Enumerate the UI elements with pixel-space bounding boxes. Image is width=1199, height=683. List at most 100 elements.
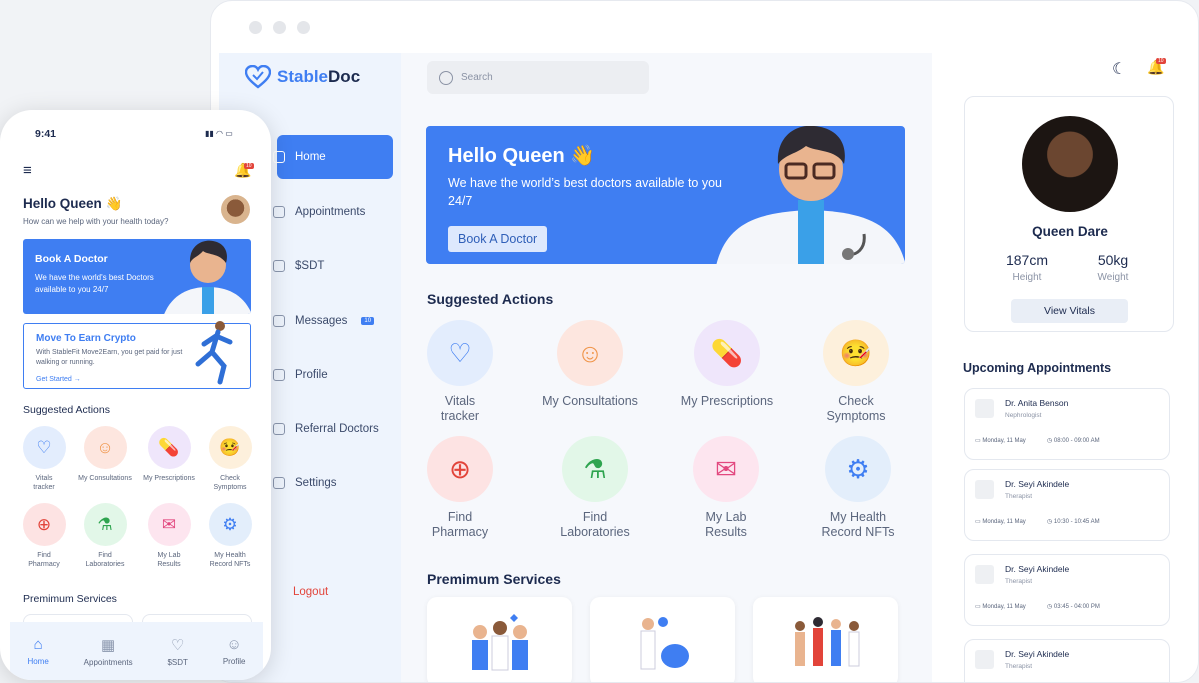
logo-text-part2: Doc bbox=[328, 67, 361, 86]
nav-label: Profile bbox=[295, 369, 328, 381]
greeting: Hello Queen 👋 bbox=[23, 196, 123, 211]
move-title: Move To Earn Crypto bbox=[36, 333, 136, 344]
action-label: My Health Record NFTs bbox=[821, 510, 895, 539]
premium-service-card[interactable] bbox=[753, 597, 898, 682]
nav-label: Settings bbox=[295, 477, 337, 489]
action-my-lab-results[interactable]: ✉ My Lab Results bbox=[666, 436, 786, 540]
nav-item-home[interactable]: Home bbox=[273, 135, 393, 179]
doctor-avatar bbox=[975, 399, 994, 418]
tab-home[interactable]: ⌂ Home bbox=[27, 636, 48, 666]
doctor-icon: ☺ bbox=[557, 320, 623, 386]
home-icon bbox=[273, 151, 285, 163]
appointment-specialty: Therapist bbox=[1005, 578, 1033, 585]
move-to-earn-card[interactable]: Move To Earn Crypto With StableFit Move2… bbox=[23, 321, 251, 389]
doctor-avatar bbox=[975, 565, 994, 584]
action-label: Check Symptoms bbox=[213, 475, 247, 491]
action-label: My Prescriptions bbox=[143, 475, 195, 482]
calendar-icon: ▦ bbox=[101, 636, 116, 654]
bottom-tab-bar: ⌂ Home ▦ Appointments ♡ $SDT ☺ Profile bbox=[10, 622, 263, 680]
pills-icon: 💊 bbox=[694, 320, 760, 386]
action-vitals-tracker[interactable]: ♡ Vitals tracker bbox=[400, 320, 520, 424]
nav-item-profile[interactable]: Profile bbox=[273, 353, 393, 397]
appointment-card[interactable]: Dr. Seyi Akindele Therapist bbox=[964, 639, 1170, 682]
action-my-consultations[interactable]: ☺ My Consultations bbox=[75, 426, 135, 483]
token-icon bbox=[273, 260, 285, 272]
appointment-date-text: Monday, 11 May bbox=[982, 519, 1026, 525]
hero-title: Hello Queen 👋 bbox=[448, 145, 596, 167]
status-icons: ▮▮ ◠ ▭ bbox=[205, 129, 233, 138]
nav-item-appointments[interactable]: Appointments bbox=[273, 190, 393, 234]
premium-service-card[interactable] bbox=[427, 597, 572, 682]
action-my-prescriptions[interactable]: 💊 My Prescriptions bbox=[667, 320, 787, 409]
greeting-subtitle: How can we help with your health today? bbox=[23, 217, 169, 226]
action-label: Find Laboratories bbox=[85, 552, 125, 568]
tab-sdt[interactable]: ♡ $SDT bbox=[167, 636, 187, 667]
avatar bbox=[1022, 116, 1118, 212]
appointment-doctor: Dr. Anita Benson bbox=[1005, 398, 1069, 408]
action-my-prescriptions[interactable]: 💊 My Prescriptions bbox=[139, 426, 199, 483]
action-find-laboratories[interactable]: ⚗ Find Laboratories bbox=[535, 436, 655, 540]
search-icon bbox=[439, 70, 453, 85]
get-started-link[interactable]: Get Started → bbox=[36, 376, 81, 383]
action-check-symptoms[interactable]: 🤒 Check Symptoms bbox=[200, 426, 260, 492]
action-my-health-record-nfts[interactable]: ⚙ My Health Record NFTs bbox=[200, 503, 260, 569]
appointment-card[interactable]: Dr. Seyi Akindele Therapist ▭ Monday, 11… bbox=[964, 469, 1170, 541]
calendar-icon bbox=[273, 206, 285, 218]
action-label: Find Pharmacy bbox=[28, 552, 60, 568]
appointment-time-text: 10:30 - 10:45 AM bbox=[1053, 519, 1100, 525]
book-doctor-card[interactable]: Book A Doctor We have the world's best D… bbox=[23, 239, 251, 314]
gear-wheel-icon: ⚙ bbox=[208, 503, 252, 546]
dark-mode-icon[interactable]: ☾ bbox=[1112, 59, 1126, 79]
book-doctor-title: Book A Doctor bbox=[35, 253, 108, 265]
action-my-health-record-nfts[interactable]: ⚙ My Health Record NFTs bbox=[798, 436, 918, 540]
home-icon: ⌂ bbox=[33, 636, 43, 653]
search-input[interactable]: Search bbox=[427, 61, 649, 94]
view-vitals-button[interactable]: View Vitals bbox=[1011, 299, 1128, 323]
premium-service-card[interactable] bbox=[590, 597, 735, 682]
patients-illustration bbox=[794, 617, 859, 667]
appointment-time: ◷ 10:30 - 10:45 AM bbox=[1047, 519, 1100, 525]
action-find-pharmacy[interactable]: ⊕ Find Pharmacy bbox=[400, 436, 520, 540]
move-text: With StableFit Move2Earn, you get paid f… bbox=[36, 349, 183, 366]
action-label: My Health Record NFTs bbox=[209, 552, 251, 568]
envelope-icon: ✉ bbox=[147, 503, 191, 546]
nav-label: Referral Doctors bbox=[295, 423, 379, 435]
action-my-lab-results[interactable]: ✉ My Lab Results bbox=[139, 503, 199, 569]
sick-face-icon: 🤒 bbox=[823, 320, 889, 386]
appointment-card[interactable]: Dr. Seyi Akindele Therapist ▭ Monday, 11… bbox=[964, 554, 1170, 626]
weight-label: Weight bbox=[1097, 272, 1129, 283]
pharmacy-cross-icon: ⊕ bbox=[427, 436, 493, 502]
upcoming-appointments-title: Upcoming Appointments bbox=[963, 361, 1112, 375]
nav-item-sdt[interactable]: $SDT bbox=[273, 244, 393, 288]
flask-icon: ⚗ bbox=[562, 436, 628, 502]
menu-icon[interactable]: ≡ bbox=[23, 162, 32, 179]
tab-label: $SDT bbox=[167, 657, 188, 667]
tab-appointments[interactable]: ▦ Appointments bbox=[84, 636, 133, 667]
suggested-actions-title: Suggested Actions bbox=[23, 404, 110, 416]
envelope-icon: ✉ bbox=[693, 436, 759, 502]
book-doctor-button[interactable]: Book A Doctor bbox=[448, 226, 548, 252]
action-label: Check Symptoms bbox=[826, 394, 886, 423]
avatar[interactable] bbox=[221, 195, 250, 224]
action-find-pharmacy[interactable]: ⊕ Find Pharmacy bbox=[14, 503, 74, 569]
tab-profile[interactable]: ☺ Profile bbox=[223, 636, 246, 666]
logo[interactable]: Stable Doc bbox=[245, 65, 360, 89]
action-my-consultations[interactable]: ☺ My Consultations bbox=[530, 320, 650, 409]
nav-item-referral-doctors[interactable]: Referral Doctors bbox=[273, 407, 393, 451]
appointment-doctor: Dr. Seyi Akindele bbox=[1005, 564, 1070, 574]
window-dot bbox=[249, 21, 262, 34]
action-label: My Prescriptions bbox=[680, 394, 774, 408]
doctor-icon: ☺ bbox=[83, 426, 127, 469]
window-dot bbox=[297, 21, 310, 34]
gear-wheel-icon: ⚙ bbox=[825, 436, 891, 502]
action-label: My Lab Results bbox=[157, 552, 181, 568]
action-find-laboratories[interactable]: ⚗ Find Laboratories bbox=[75, 503, 135, 569]
nav-item-messages[interactable]: Messages 10 bbox=[273, 299, 393, 343]
nav-item-settings[interactable]: Settings bbox=[273, 461, 393, 505]
logout-link[interactable]: Logout bbox=[293, 586, 328, 598]
action-vitals-tracker[interactable]: ♡ Vitals tracker bbox=[14, 426, 74, 492]
action-check-symptoms[interactable]: 🤒 Check Symptoms bbox=[796, 320, 916, 424]
appointment-date: ▭ Monday, 11 May bbox=[975, 438, 1026, 444]
appointment-card[interactable]: Dr. Anita Benson Nephrologist ▭ Monday, … bbox=[964, 388, 1170, 460]
nav-label: $SDT bbox=[295, 260, 325, 272]
